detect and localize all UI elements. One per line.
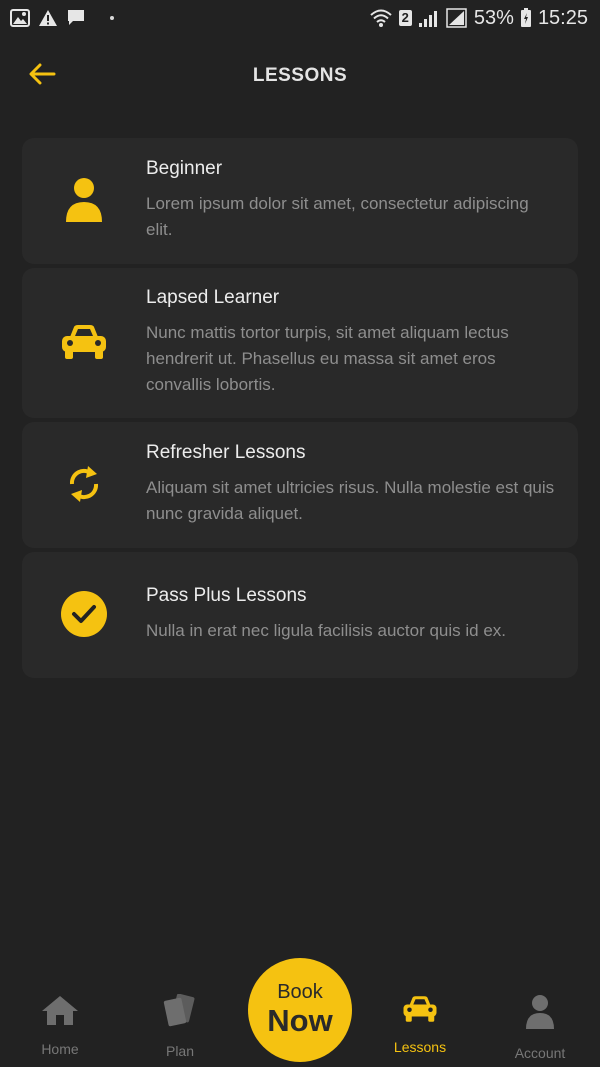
lesson-card-beginner[interactable]: Beginner Lorem ipsum dolor sit amet, con… — [22, 138, 578, 264]
nav-home[interactable]: Home — [0, 980, 120, 1067]
lesson-description: Lorem ipsum dolor sit amet, consectetur … — [146, 194, 529, 239]
nav-lessons[interactable]: Lessons — [360, 980, 480, 1067]
page-title: LESSONS — [252, 65, 348, 86]
lesson-description: Nulla in erat nec ligula facilisis aucto… — [146, 621, 507, 640]
home-icon — [40, 994, 80, 1031]
header: LESSONS — [0, 40, 600, 112]
book-now-button[interactable]: Book Now — [248, 958, 352, 1062]
card-body: Beginner Lorem ipsum dolor sit amet, con… — [146, 157, 556, 243]
status-right: 2 53% 15:25 — [369, 7, 588, 30]
person-icon — [22, 176, 146, 224]
lesson-description: Nunc mattis tortor turpis, sit amet aliq… — [146, 323, 509, 394]
battery-percentage: 53% — [473, 6, 514, 29]
card-body: Pass Plus Lessons Nulla in erat nec ligu… — [146, 584, 556, 644]
signal-icon — [418, 8, 440, 28]
warning-icon — [38, 9, 58, 27]
notification-dot — [110, 16, 114, 20]
clock: 15:25 — [537, 6, 588, 29]
lesson-list: Beginner Lorem ipsum dolor sit amet, con… — [22, 138, 578, 682]
battery-icon — [520, 8, 532, 28]
card-body: Lapsed Learner Nunc mattis tortor turpis… — [146, 286, 556, 398]
book-now-line1: Book — [277, 981, 323, 1003]
sim-badge: 2 — [398, 10, 412, 26]
nav-home-label: Home — [41, 1041, 79, 1057]
person-icon — [524, 994, 556, 1035]
message-icon — [66, 9, 86, 27]
lesson-title: Lapsed Learner — [146, 287, 280, 308]
refresh-icon — [22, 462, 146, 506]
lesson-description: Aliquam sit amet ultricies risus. Nulla … — [146, 478, 555, 523]
nav-lessons-label: Lessons — [393, 1039, 447, 1055]
back-button[interactable] — [22, 58, 62, 94]
nav-account[interactable]: Account — [480, 980, 600, 1067]
car-icon — [22, 323, 146, 361]
cards-icon — [160, 993, 200, 1033]
lesson-title: Beginner — [146, 158, 223, 179]
lesson-card-refresher-lessons[interactable]: Refresher Lessons Aliquam sit amet ultri… — [22, 422, 578, 548]
book-now-line2: Now — [267, 1003, 333, 1038]
arrow-left-icon — [28, 63, 56, 90]
lesson-card-lapsed-learner[interactable]: Lapsed Learner Nunc mattis tortor turpis… — [22, 268, 578, 418]
lesson-card-pass-plus-lessons[interactable]: Pass Plus Lessons Nulla in erat nec ligu… — [22, 552, 578, 678]
nav-plan-label: Plan — [165, 1043, 195, 1059]
card-body: Refresher Lessons Aliquam sit amet ultri… — [146, 441, 556, 527]
check-circle-icon — [22, 590, 146, 638]
car-icon — [402, 994, 438, 1029]
wifi-icon — [369, 8, 393, 28]
signal-2-icon — [446, 8, 468, 28]
nav-account-label: Account — [514, 1045, 566, 1061]
nav-plan[interactable]: Plan — [120, 980, 240, 1067]
lesson-title: Pass Plus Lessons — [146, 585, 307, 606]
status-bar: 2 53% 15:25 — [0, 0, 600, 36]
lesson-title: Refresher Lessons — [146, 442, 306, 463]
image-notification-icon — [10, 9, 30, 27]
status-left — [10, 9, 114, 27]
